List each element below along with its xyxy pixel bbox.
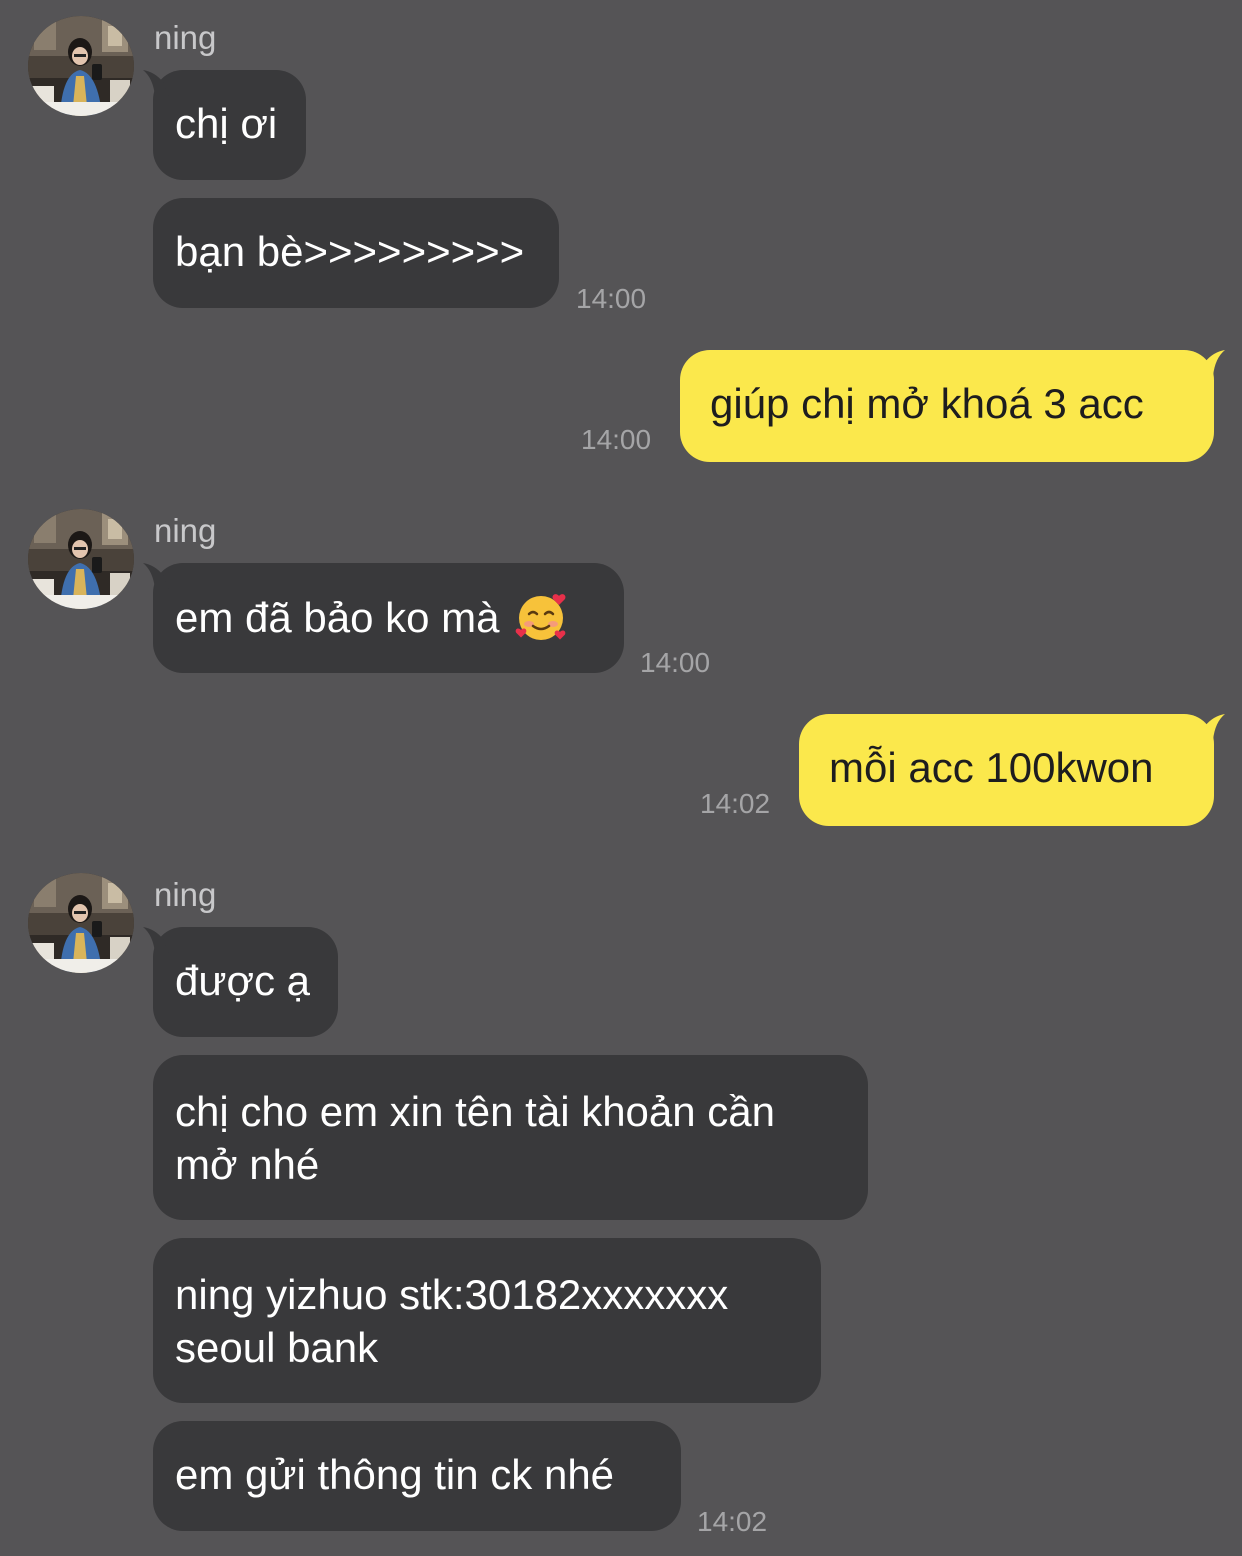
message-text: mỗi acc 100kwon — [829, 744, 1154, 791]
bubble-tail-icon — [143, 563, 169, 589]
avatar[interactable] — [28, 509, 134, 609]
bubble-tail-icon — [143, 70, 169, 96]
avatar-photo — [28, 509, 134, 609]
message-bubble[interactable]: được ạ — [143, 927, 338, 1037]
smiling-face-with-hearts-icon — [515, 594, 566, 640]
message-text: em gửi thông tin ck nhé — [175, 1451, 615, 1498]
message-text-line: seoul bank — [175, 1324, 379, 1371]
avatar[interactable] — [28, 16, 134, 116]
bubble-tail-icon — [1199, 714, 1225, 740]
avatar-photo — [28, 873, 134, 973]
message-bubble[interactable]: chị ơi — [143, 70, 306, 180]
timestamp: 14:02 — [697, 1506, 768, 1537]
message-text: chị ơi — [175, 100, 278, 147]
message-bubble[interactable]: giúp chị mở khoá 3 acc — [680, 350, 1225, 462]
message-bubble[interactable]: ning yizhuo stk:30182xxxxxxx seoul bank — [153, 1238, 821, 1403]
message-bubble[interactable]: chị cho em xin tên tài khoản cần mở nhé — [153, 1055, 868, 1220]
message-bubble[interactable]: bạn bè>>>>>>>>> — [153, 198, 559, 308]
sender-name: ning — [154, 19, 217, 56]
message-bubble[interactable]: em đã bảo ko mà — [143, 563, 624, 673]
timestamp: 14:00 — [581, 424, 652, 455]
bubble-tail-icon — [1199, 350, 1225, 376]
message-text-line: ning yizhuo stk:30182xxxxxxx — [175, 1271, 729, 1318]
sender-name: ning — [154, 876, 217, 913]
message-bubble[interactable]: em gửi thông tin ck nhé — [153, 1421, 681, 1531]
timestamp: 14:00 — [576, 283, 647, 314]
timestamp: 14:00 — [640, 647, 711, 678]
message-text-line: chị cho em xin tên tài khoản cần — [175, 1088, 776, 1135]
message-text-line: mở nhé — [175, 1141, 320, 1188]
message-text: được ạ — [175, 957, 311, 1004]
avatar-photo — [28, 16, 134, 116]
message-bubble[interactable]: mỗi acc 100kwon — [799, 714, 1225, 826]
bubble-tail-icon — [143, 927, 169, 953]
message-text: giúp chị mở khoá 3 acc — [710, 380, 1144, 427]
message-text: em đã bảo ko mà — [175, 594, 500, 641]
avatar[interactable] — [28, 873, 134, 973]
message-text: bạn bè>>>>>>>>> — [175, 228, 525, 275]
sender-name: ning — [154, 512, 217, 549]
timestamp: 14:02 — [700, 788, 771, 819]
